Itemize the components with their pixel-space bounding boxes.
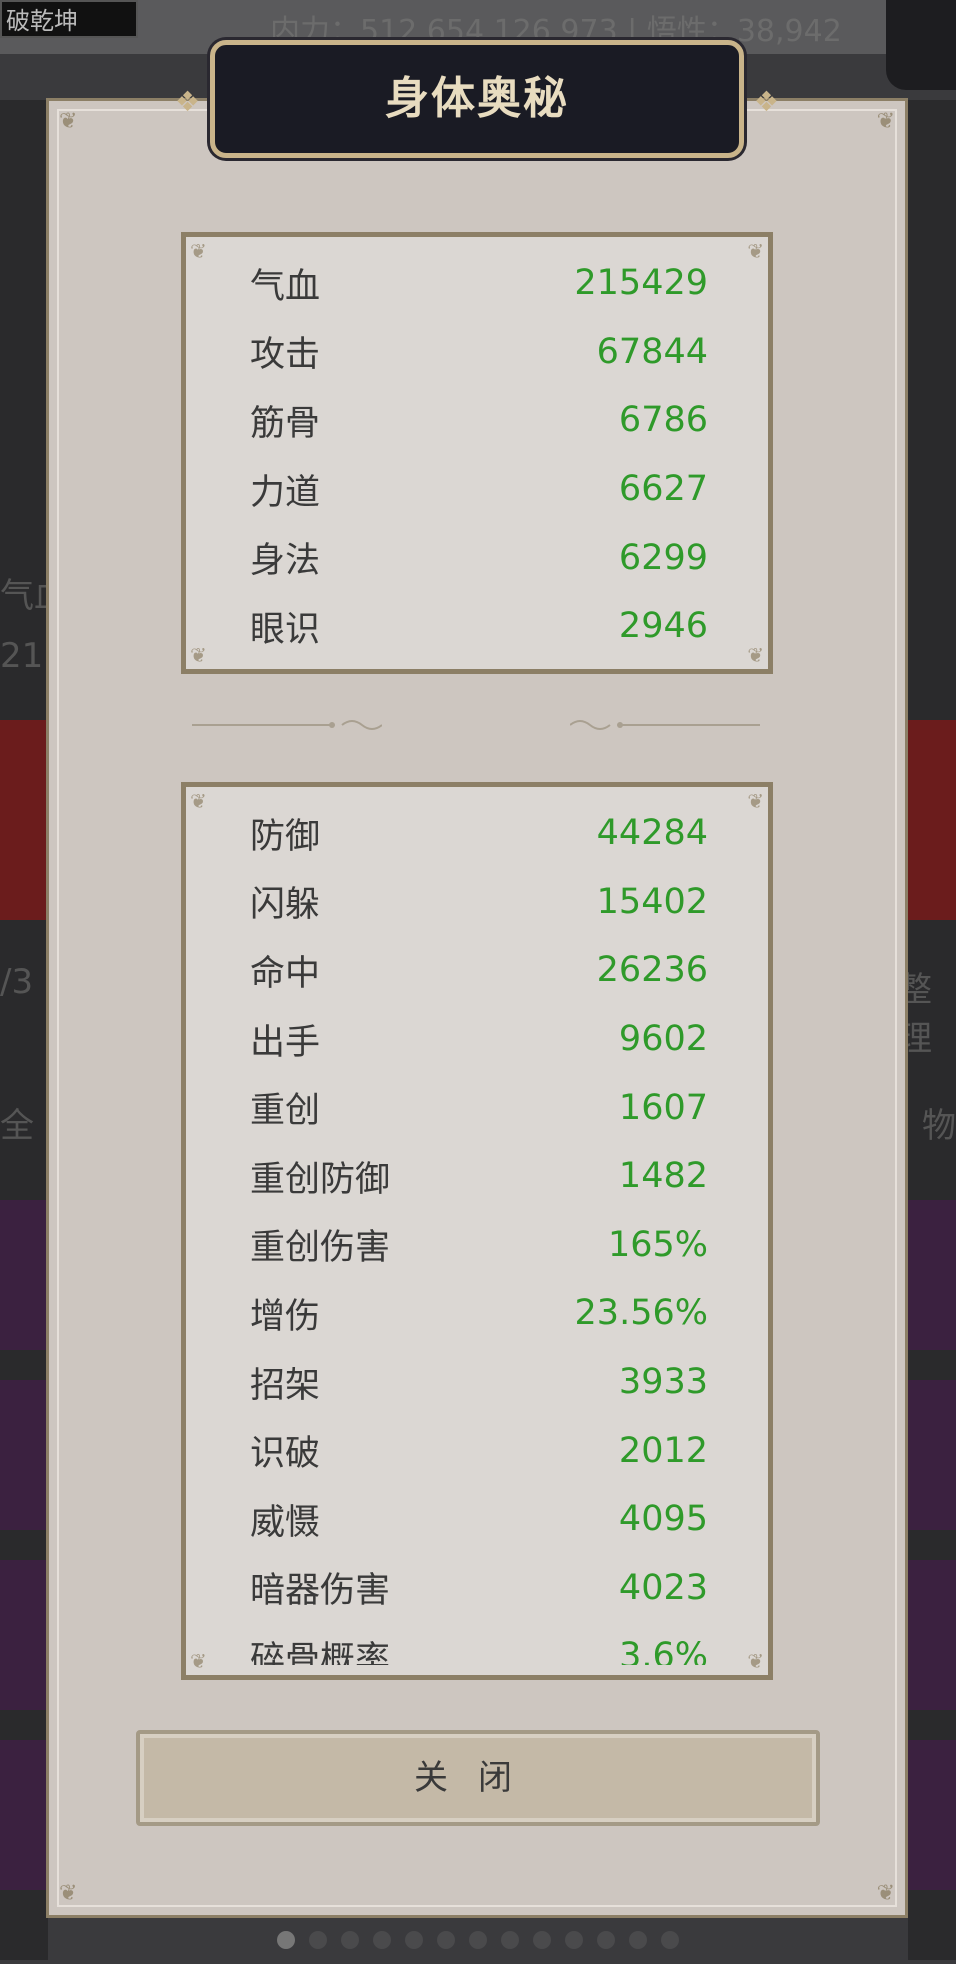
stat-value: 4023 <box>618 1567 708 1608</box>
divider-right <box>570 720 760 730</box>
page-dot <box>629 1931 647 1949</box>
stat-value: 9602 <box>618 1019 708 1060</box>
stat-label: 重创伤害 <box>250 1228 391 1269</box>
stat-label: 防御 <box>250 816 321 857</box>
bg-filter-item: 物 <box>922 1106 956 1146</box>
page-dot <box>341 1931 359 1949</box>
bg-count: /3 <box>0 962 34 1002</box>
stat-row: 闪躲 15402 <box>186 868 768 937</box>
corner-ornament: ❦ <box>59 109 78 134</box>
stat-value: 2012 <box>618 1430 708 1471</box>
bg-qi-value: 21 <box>0 636 44 676</box>
corner-ornament: ❦ <box>876 109 895 134</box>
stat-value: 26236 <box>596 950 708 991</box>
stat-value: 1482 <box>618 1156 708 1197</box>
page-dot <box>277 1931 295 1949</box>
stat-row: 气血 215429 <box>186 249 768 318</box>
stat-label: 碎骨概率 <box>250 1639 391 1665</box>
stat-value: 6627 <box>618 469 708 510</box>
stat-label: 攻击 <box>250 335 321 376</box>
modal-title-plate: ❖ ❖ 身体奥秘 <box>175 40 779 158</box>
corner-ornament: ❦ <box>59 1881 78 1906</box>
stat-row: 身法 6299 <box>186 523 768 592</box>
stat-value: 3.6% <box>619 1636 708 1665</box>
page-dot <box>405 1931 423 1949</box>
divider-left <box>192 720 382 730</box>
stat-value: 6786 <box>618 400 708 441</box>
stat-label: 识破 <box>250 1434 321 1475</box>
combat-stats-scroll-area[interactable]: 防御 44284 闪躲 15402 命中 26236 出手 9602 重创 1607 重创防御 148… <box>186 799 768 1665</box>
stat-label: 闪躲 <box>250 885 321 926</box>
stat-label: 命中 <box>250 953 321 994</box>
stat-label: 暗器伤害 <box>250 1571 391 1612</box>
basic-stats-list: 气血 215429 攻击 67844 筋骨 6786 力道 6627 身法 6299 眼识 2946 <box>186 249 768 661</box>
stat-row: 防御 44284 <box>186 799 768 868</box>
stat-label: 身法 <box>250 541 321 582</box>
stat-value: 3933 <box>618 1362 708 1403</box>
combat-stats-panel[interactable]: ❦ ❦ ❦ ❦ 防御 44284 闪躲 15402 命中 26236 出手 9602 重创 160… <box>181 782 773 1680</box>
page-dot <box>597 1931 615 1949</box>
corner-ornament: ❦ <box>876 1881 895 1906</box>
basic-stats-panel: ❦ ❦ ❦ ❦ 气血 215429 攻击 67844 筋骨 6786 力道 6627 身法 629… <box>181 232 773 674</box>
stat-row: 重创伤害 165% <box>186 1211 768 1280</box>
close-button[interactable]: 关闭 <box>136 1730 820 1826</box>
stat-row: 筋骨 6786 <box>186 386 768 455</box>
stat-row: 出手 9602 <box>186 1005 768 1074</box>
stat-row: 重创防御 1482 <box>186 1142 768 1211</box>
stat-label: 增伤 <box>250 1296 321 1337</box>
stat-label: 筋骨 <box>250 403 321 444</box>
stat-row: 重创 1607 <box>186 1073 768 1142</box>
page-dot <box>501 1931 519 1949</box>
page-dot <box>533 1931 551 1949</box>
stat-label: 重创 <box>250 1091 321 1132</box>
top-right-button <box>886 0 956 90</box>
stat-label: 威慑 <box>250 1502 321 1543</box>
stat-row: 眼识 2946 <box>186 592 768 661</box>
stat-value: 15402 <box>596 881 708 922</box>
title-ornament-left: ❖ <box>175 85 201 118</box>
combat-stats-list: 防御 44284 闪躲 15402 命中 26236 出手 9602 重创 1607 重创防御 148… <box>186 799 768 1665</box>
page-dot <box>661 1931 679 1949</box>
stat-label: 气血 <box>250 266 321 307</box>
page-dot <box>373 1931 391 1949</box>
stat-row: 碎骨概率 3.6% <box>186 1622 768 1665</box>
stat-row: 命中 26236 <box>186 936 768 1005</box>
page-dot <box>565 1931 583 1949</box>
title-ornament-right: ❖ <box>753 85 779 118</box>
stat-label: 重创防御 <box>250 1159 391 1200</box>
stat-value: 67844 <box>596 331 708 372</box>
bg-filter-all: 全 <box>0 1106 34 1146</box>
stat-value: 6299 <box>618 537 708 578</box>
stat-row: 招架 3933 <box>186 1348 768 1417</box>
stat-label: 招架 <box>250 1365 321 1406</box>
stat-value: 215429 <box>574 263 708 304</box>
page-dot <box>469 1931 487 1949</box>
stat-row: 力道 6627 <box>186 455 768 524</box>
stat-label: 出手 <box>250 1022 321 1063</box>
page-dot <box>309 1931 327 1949</box>
stat-label: 力道 <box>250 472 321 513</box>
stat-label: 眼识 <box>250 609 321 650</box>
stat-row: 威慑 4095 <box>186 1485 768 1554</box>
stat-value: 23.56% <box>574 1293 708 1334</box>
page-indicator <box>0 1931 956 1951</box>
stat-value: 44284 <box>596 813 708 854</box>
page-dot <box>437 1931 455 1949</box>
stat-row: 攻击 67844 <box>186 318 768 387</box>
stat-row: 增伤 23.56% <box>186 1279 768 1348</box>
stat-row: 识破 2012 <box>186 1416 768 1485</box>
region-tag: 破乾坤 <box>0 0 138 38</box>
stat-value: 165% <box>607 1224 708 1265</box>
stat-value: 1607 <box>618 1087 708 1128</box>
modal-title: 身体奥秘 <box>385 73 569 124</box>
stat-value: 2946 <box>618 606 708 647</box>
stat-value: 4095 <box>618 1499 708 1540</box>
stat-row: 暗器伤害 4023 <box>186 1554 768 1623</box>
